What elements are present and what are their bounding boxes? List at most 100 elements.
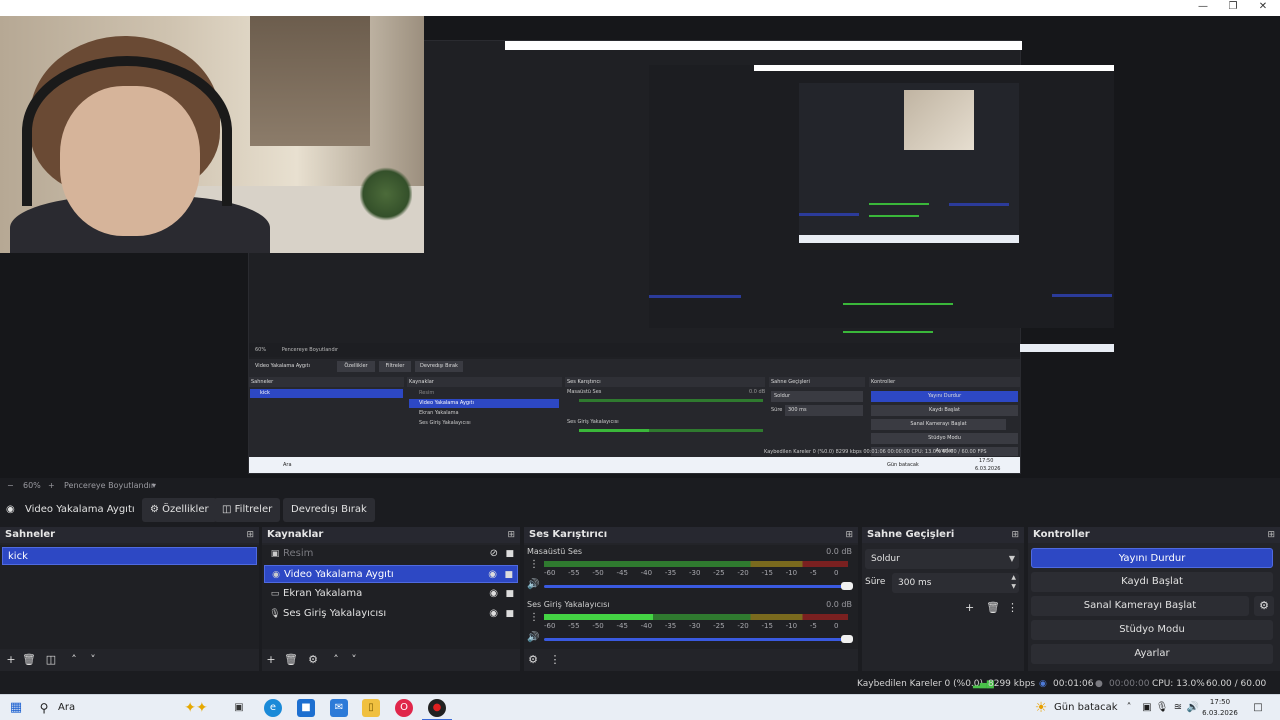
trash-icon[interactable]: 🗑 — [21, 651, 37, 669]
scenes-title: Sahneler — [5, 529, 56, 540]
nested-source-item: Video Yakalama Aygıtı — [409, 399, 559, 408]
webcam-source[interactable] — [0, 16, 424, 253]
more-icon[interactable]: ⋮ — [1007, 601, 1018, 614]
more-icon[interactable]: ⋮ — [529, 559, 539, 570]
speaker-icon[interactable]: 🔊 — [527, 632, 539, 643]
volume-slider[interactable] — [544, 635, 853, 643]
deactivate-button[interactable]: Devredışı Bırak — [283, 498, 375, 522]
transitions-title: Sahne Geçişleri — [867, 529, 955, 540]
nested-mini-meter — [869, 203, 929, 205]
source-item[interactable]: ▣ Resim ⊘ ■ — [264, 545, 518, 563]
filters-button[interactable]: ◫ Filtreler — [214, 498, 281, 522]
lock-icon[interactable]: ■ — [505, 605, 514, 623]
chevron-up-icon[interactable]: ˄ — [1122, 695, 1136, 720]
gear-icon[interactable]: ⚙ — [305, 651, 321, 669]
sources-dock: Kaynaklar ⊞ ▣ Resim ⊘ ■ ◉ Video Yakalama… — [262, 527, 520, 671]
outlook-icon[interactable]: ✉ — [330, 699, 348, 717]
volume-slider[interactable] — [544, 582, 853, 590]
store-icon[interactable]: ■ — [297, 699, 315, 717]
mixer-channel-db: 0.0 dB — [826, 600, 852, 609]
eye-icon[interactable]: ◉ — [488, 566, 497, 584]
eye-icon[interactable]: ◉ — [489, 605, 498, 623]
gear-icon[interactable]: ⚙ — [525, 651, 541, 669]
search-icon[interactable]: ⚲ — [36, 695, 52, 720]
chevron-up-icon[interactable]: ˄ — [328, 651, 344, 669]
volume-knob[interactable] — [841, 582, 853, 590]
mixer-scale-tick: -30 — [689, 569, 701, 577]
more-icon[interactable]: ⋮ — [547, 651, 563, 669]
mixer-scale-tick: -45 — [616, 569, 628, 577]
chevron-down-icon[interactable]: ˅ — [85, 651, 101, 669]
transition-select[interactable]: Soldur ▼ — [865, 549, 1019, 569]
taskbar-weather[interactable]: Gün batacak — [1054, 695, 1118, 720]
edge-icon[interactable]: e — [264, 699, 282, 717]
undock-icon[interactable]: ⊞ — [845, 527, 853, 543]
nested-mini-taskbar — [799, 235, 1019, 243]
spinner-arrows-icon[interactable]: ▲ ▼ — [1011, 573, 1016, 591]
zoom-mode[interactable]: Pencereye Boyutlandır — [64, 478, 154, 494]
scene-item[interactable]: kick — [2, 547, 257, 565]
weather-sun-icon[interactable]: ☀ — [1032, 695, 1050, 720]
preview-canvas[interactable]: 60% Pencereye Boyutlandır Video Yakalama… — [0, 16, 1280, 478]
start-recording-button[interactable]: Kaydı Başlat — [1031, 572, 1273, 592]
chevron-down-icon[interactable]: ▾ — [152, 478, 156, 494]
source-item[interactable]: ◉ Video Yakalama Aygıtı ◉ ■ — [264, 565, 518, 583]
chevron-up-icon[interactable]: ˄ — [66, 651, 82, 669]
undock-icon[interactable]: ⊞ — [246, 527, 254, 543]
controls-dock: Kontroller ⊞ Yayını Durdur Kaydı Başlat … — [1028, 527, 1280, 671]
mixer-meter-level — [544, 614, 654, 620]
eye-slash-icon[interactable]: ⊘ — [490, 545, 498, 563]
monitor-icon: ▭ — [270, 589, 280, 599]
stop-stream-button[interactable]: Yayını Durdur — [1031, 548, 1273, 568]
tray-app-icon[interactable]: ▣ — [1140, 695, 1154, 720]
microphone-icon[interactable]: 🎙 — [1155, 695, 1169, 720]
chevron-down-icon: ▼ — [1008, 554, 1015, 563]
chevron-down-icon[interactable]: ˅ — [346, 651, 362, 669]
add-icon[interactable]: + — [965, 601, 974, 614]
add-icon[interactable]: + — [3, 651, 19, 669]
duration-field[interactable]: 300 ms ▲ ▼ — [892, 573, 1019, 593]
more-icon[interactable]: ⋮ — [529, 612, 539, 623]
properties-button[interactable]: ⚙ Özellikler — [142, 498, 217, 522]
lock-icon[interactable]: ■ — [504, 566, 513, 584]
taskbar-clock[interactable]: 17:50 6.03.2026 — [1194, 697, 1246, 719]
nested-mini-meter — [869, 215, 919, 217]
mixer-scale-tick: -25 — [713, 622, 725, 630]
filter-icon[interactable]: ◫ — [43, 651, 59, 669]
trash-icon[interactable]: 🗑 — [986, 601, 1000, 614]
lock-icon[interactable]: ■ — [505, 585, 514, 603]
volume-knob[interactable] — [841, 635, 853, 643]
folder-icon[interactable]: ▯ — [362, 699, 380, 717]
stream-status-icon: ◉ — [1039, 679, 1047, 689]
task-view-icon[interactable]: ▣ — [230, 699, 248, 717]
zoom-out-button[interactable]: − — [7, 478, 14, 494]
trash-icon[interactable]: 🗑 — [283, 651, 299, 669]
nested-scene-item: kick — [250, 389, 403, 398]
minimize-button[interactable]: — — [1188, 0, 1218, 16]
undock-icon[interactable]: ⊞ — [1011, 527, 1019, 543]
undock-icon[interactable]: ⊞ — [507, 527, 515, 543]
start-virtual-camera-button[interactable]: Sanal Kamerayı Başlat — [1031, 596, 1249, 616]
lock-icon[interactable]: ■ — [505, 545, 514, 563]
copilot-sparkle-icon[interactable]: ✦✦ — [178, 695, 214, 720]
gear-icon[interactable]: ⚙ — [1254, 596, 1274, 616]
close-button[interactable]: ✕ — [1248, 0, 1278, 16]
source-item[interactable]: ▭ Ekran Yakalama ◉ ■ — [264, 585, 518, 603]
zoom-in-button[interactable]: + — [48, 478, 55, 494]
undock-icon[interactable]: ⊞ — [1267, 527, 1275, 543]
maximize-button[interactable]: ❐ — [1218, 0, 1248, 16]
windows-start-icon[interactable]: ▦ — [6, 695, 26, 720]
add-icon[interactable]: + — [263, 651, 279, 669]
speaker-icon[interactable]: 🔊 — [527, 579, 539, 590]
notification-icon[interactable]: □ — [1250, 695, 1266, 720]
studio-mode-button[interactable]: Stüdyo Modu — [1031, 620, 1273, 640]
eye-icon[interactable]: ◉ — [489, 585, 498, 603]
mixer-scale-tick: -40 — [640, 569, 653, 577]
taskbar-search[interactable]: Ara — [58, 695, 75, 720]
obs-icon[interactable]: ● — [428, 699, 446, 717]
settings-button[interactable]: Ayarlar — [1031, 644, 1273, 664]
source-item[interactable]: 🎙 Ses Giriş Yakalayıcısı ◉ ■ — [264, 605, 518, 623]
nested-mini-bar — [799, 213, 859, 216]
opera-icon[interactable]: O — [395, 699, 413, 717]
wifi-icon[interactable]: ≊ — [1171, 695, 1185, 720]
